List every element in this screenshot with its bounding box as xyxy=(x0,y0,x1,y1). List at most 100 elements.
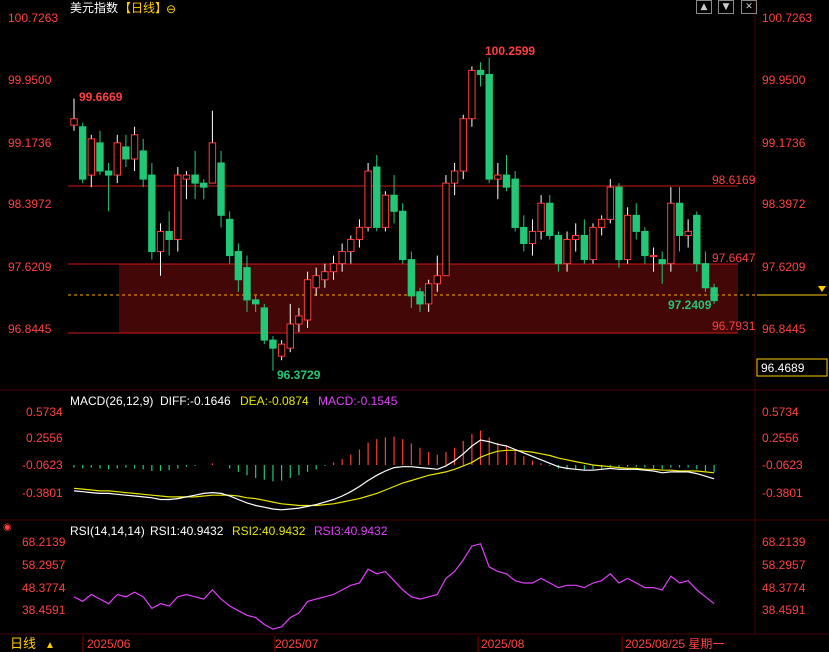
candle-body xyxy=(459,118,467,172)
rsi-series-group xyxy=(73,543,715,630)
panel-up-icon[interactable]: ▲ xyxy=(696,0,712,14)
candle-body xyxy=(546,202,554,236)
gear-icon[interactable]: ⊖ xyxy=(166,2,176,16)
candle-body xyxy=(139,150,147,180)
candle-body xyxy=(286,323,294,349)
current-price-label: 96.4689 xyxy=(761,361,805,375)
candle-body xyxy=(606,186,614,220)
rsi-tick-right: 48.3774 xyxy=(762,581,806,595)
rsi-marker-icon[interactable]: ◉ xyxy=(3,522,12,533)
candle-body xyxy=(260,307,269,341)
candle-body xyxy=(208,142,217,184)
rsi-tick-left: 38.4591 xyxy=(22,603,66,617)
last-annotation: 97.2409 xyxy=(668,298,712,312)
candle-body xyxy=(364,170,372,228)
candle-body xyxy=(693,214,701,265)
candle-body xyxy=(701,263,710,289)
price-tick-left: 99.9500 xyxy=(8,73,52,87)
panel-down-icon[interactable]: ▼ xyxy=(718,0,734,14)
rsi-tick-right: 68.2139 xyxy=(762,535,806,549)
candle-body xyxy=(269,339,277,349)
candle-body xyxy=(433,275,442,285)
rsi-tick-left: 58.2957 xyxy=(22,558,66,572)
candle-body xyxy=(641,230,649,257)
candle-body xyxy=(87,138,95,176)
candle-body xyxy=(520,226,528,245)
candle-body xyxy=(243,267,251,301)
candle-body xyxy=(104,170,113,176)
date-label: 2025/06 xyxy=(87,637,131,651)
rsi3-label: RSI3:40.9432 xyxy=(314,524,388,538)
candle-body xyxy=(390,194,398,212)
macd-label: MACD(26,12,9) xyxy=(70,394,153,408)
macd-macd-label: MACD:-0.1545 xyxy=(318,394,398,408)
current-price-marker xyxy=(818,286,826,292)
macd-tick-left: 0.5734 xyxy=(26,405,63,419)
price-tick-right: 96.8445 xyxy=(762,322,806,336)
panel-close-icon[interactable]: ✕ xyxy=(741,0,757,14)
mid-line-label: 97.6647 xyxy=(712,251,756,265)
candle-body xyxy=(563,238,571,265)
candle-body xyxy=(424,283,433,305)
rsi2-label: RSI2:40.9432 xyxy=(232,524,306,538)
period-dropdown-icon[interactable]: ▲ xyxy=(45,640,55,651)
candle-body xyxy=(399,210,407,261)
rsi1-label: RSI1:40.9432 xyxy=(150,524,224,538)
candle-body xyxy=(182,174,191,180)
candle-body xyxy=(442,182,450,277)
candle-body xyxy=(450,170,459,184)
candle-body xyxy=(589,226,597,261)
candle-body xyxy=(191,174,199,184)
price-tick-left: 96.8445 xyxy=(8,322,52,336)
rsi-label: RSI(14,14,14) xyxy=(70,524,145,538)
candle-body xyxy=(476,69,485,75)
period-selector[interactable]: 日线 xyxy=(10,636,36,651)
chart-title: 美元指数 xyxy=(70,0,118,15)
high-annotation: 100.2599 xyxy=(485,44,535,58)
macd-tick-left: -0.3801 xyxy=(22,486,63,500)
candle-body xyxy=(537,202,545,232)
macd-diff-label: DIFF:-0.1646 xyxy=(160,394,231,408)
candle-body xyxy=(468,69,476,120)
candle-body xyxy=(502,174,511,188)
candle-body xyxy=(485,73,493,180)
candle-body xyxy=(70,118,78,126)
candle-body xyxy=(572,234,580,240)
rsi-tick-left: 68.2139 xyxy=(22,535,66,549)
candle-body xyxy=(122,146,130,160)
rsi-tick-left: 48.3774 xyxy=(22,581,66,595)
candle-body xyxy=(303,279,312,321)
candle-body xyxy=(416,291,424,305)
macd-tick-left: -0.0623 xyxy=(22,458,63,472)
candle-body xyxy=(597,218,606,228)
candle-body xyxy=(96,142,104,172)
candle-body xyxy=(174,174,182,240)
price-tick-left: 99.1736 xyxy=(8,136,52,150)
lower-line-label: 96.7931 xyxy=(712,319,756,333)
rsi-line xyxy=(73,543,715,630)
macd-tick-right: 0.2556 xyxy=(762,431,799,445)
candle-body xyxy=(615,186,623,261)
candle-body xyxy=(78,126,87,180)
candle-body xyxy=(165,230,173,240)
candle-body xyxy=(373,166,381,228)
candle-body xyxy=(156,230,165,253)
candle-body xyxy=(511,178,519,228)
macd-tick-left: 0.2556 xyxy=(26,431,63,445)
candle-body xyxy=(658,259,666,265)
upper-line-label: 98.6169 xyxy=(712,173,756,187)
candle-body xyxy=(667,202,675,265)
start-annotation: 99.6669 xyxy=(79,90,123,104)
candle-body xyxy=(554,234,563,265)
rsi-tick-right: 58.2957 xyxy=(762,558,806,572)
price-tick-right: 97.6209 xyxy=(762,260,806,274)
date-label: 2025/07 xyxy=(275,637,319,651)
candle-body xyxy=(649,255,658,258)
candle-body xyxy=(321,271,329,281)
macd-series-group xyxy=(73,430,715,511)
chart-canvas: 美元指数 【日线】 ⊖ 100.7263 99.9500 99.1736 98.… xyxy=(0,0,829,652)
candle-body xyxy=(710,287,718,302)
candle-body xyxy=(130,134,139,160)
candle-body xyxy=(217,162,225,216)
price-tick-right: 98.3972 xyxy=(762,197,806,211)
